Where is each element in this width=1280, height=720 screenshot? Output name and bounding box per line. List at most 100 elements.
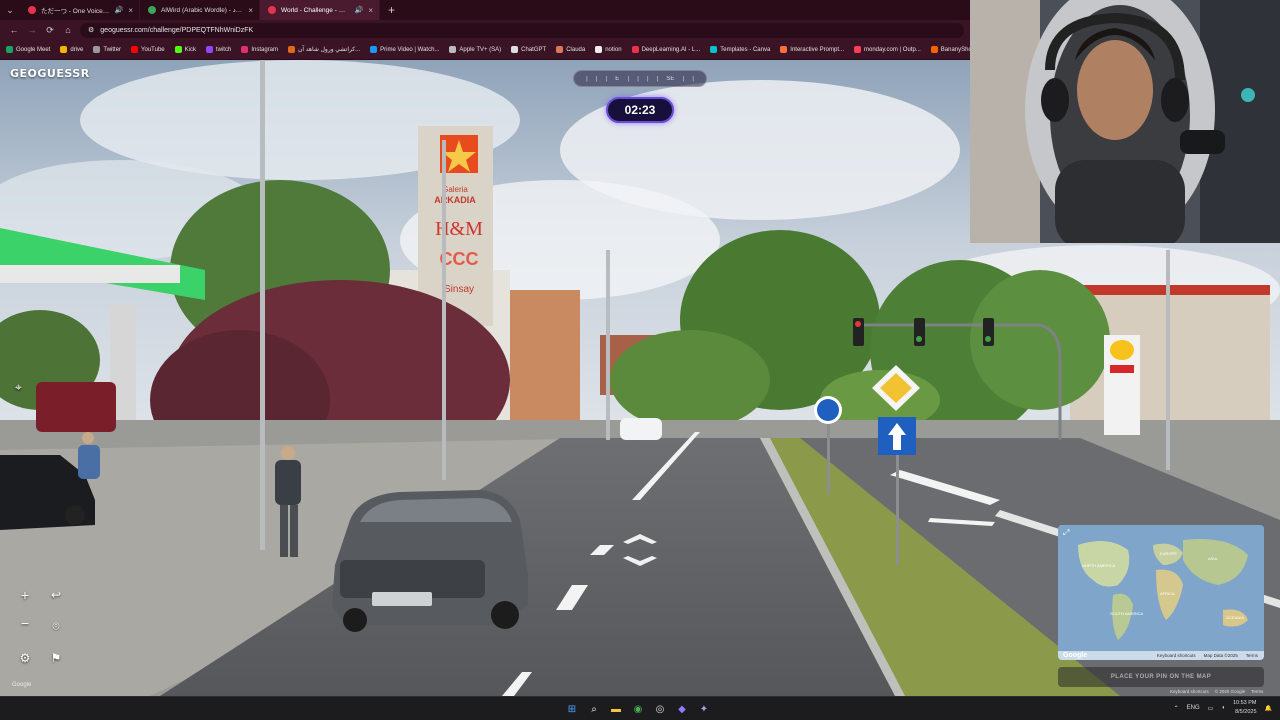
steam-icon[interactable]: ✦: [696, 701, 712, 717]
bookmark-label: BananyShop - Etsy: [940, 46, 970, 53]
map-label-oceania: OCEANIA: [1226, 615, 1244, 620]
return-to-start-icon[interactable]: ⌾: [46, 616, 66, 636]
bookmark-item[interactable]: YouTube: [131, 46, 165, 53]
bookmark-item[interactable]: Interactive Prompt...: [780, 46, 844, 53]
map-label-south-america: SOUTH AMERICA: [1110, 611, 1143, 616]
bookmark-favicon-icon: [710, 46, 718, 53]
speaker-icon[interactable]: 🔊: [355, 6, 364, 14]
footer-keyboard-shortcuts[interactable]: Keyboard shortcuts: [1170, 689, 1209, 694]
street-view-footer: Keyboard shortcuts © 2025 Google Terms: [1170, 689, 1263, 694]
bookmark-label: notion: [605, 46, 622, 53]
zoom-in-button[interactable]: +: [15, 585, 35, 605]
close-tab-icon[interactable]: ×: [368, 6, 373, 15]
browser-toolbar: ← → ⟳ ⌂ ⚙ geoguessr.com/challenge/PDPEQT…: [0, 20, 970, 40]
bookmark-item[interactable]: ChatGPT: [511, 46, 546, 53]
round-timer: 02:23: [606, 97, 674, 123]
bookmark-favicon-icon: [6, 46, 13, 53]
map-data-text: Map Data ©2025: [1203, 653, 1238, 658]
bookmark-item[interactable]: drive: [60, 46, 83, 53]
bookmark-favicon-icon: [93, 46, 101, 53]
speaker-icon[interactable]: 🔊: [115, 6, 124, 14]
geoguessr-logo[interactable]: GEOGUESSR: [10, 67, 90, 80]
close-tab-icon[interactable]: ×: [128, 6, 133, 15]
webcam-overlay: [970, 0, 1280, 243]
footer-copyright: © 2025 Google: [1214, 689, 1246, 694]
reload-icon[interactable]: ⟳: [44, 25, 56, 36]
site-info-icon[interactable]: ⚙: [88, 26, 94, 34]
address-bar[interactable]: ⚙ geoguessr.com/challenge/PDPEQTFNhWniDz…: [80, 22, 964, 38]
bookmark-label: Interactive Prompt...: [790, 46, 844, 53]
bookmark-item[interactable]: Instagram: [241, 46, 278, 53]
tab-title: ただ一つ - One Voice | You: [41, 8, 110, 15]
map-attribution: Keyboard shortcuts Map Data ©2025 Terms: [1058, 651, 1264, 660]
bookmark-item[interactable]: Google Meet: [6, 46, 50, 53]
keyboard-shortcuts-link[interactable]: Keyboard shortcuts: [1157, 653, 1196, 658]
bookmark-favicon-icon: [780, 46, 788, 53]
footer-terms[interactable]: Terms: [1251, 689, 1263, 694]
clock-time: 10:53 PM: [1232, 700, 1257, 706]
bookmark-item[interactable]: BananyShop - Etsy: [930, 46, 970, 53]
tab-one-voice[interactable]: ただ一つ - One Voice | You 🔊 ×: [20, 0, 140, 20]
bookmark-favicon-icon: [595, 46, 603, 53]
bookmark-item[interactable]: monday.com | Outp...: [853, 46, 921, 53]
bookmark-favicon-icon: [174, 46, 182, 53]
terms-link[interactable]: Terms: [1246, 653, 1258, 658]
obs-icon[interactable]: ◎: [652, 701, 668, 717]
bookmark-label: twitch: [215, 46, 232, 53]
bookmark-item[interactable]: Twitter: [93, 46, 121, 53]
bookmark-favicon-icon: [60, 46, 68, 53]
bookmark-label: Twitter: [103, 46, 122, 53]
expand-map-icon[interactable]: ⤢: [1063, 528, 1069, 538]
bookmark-favicon-icon: [288, 46, 295, 53]
search-icon[interactable]: ⌕: [586, 701, 602, 717]
clock-date: 8/5/2025: [1235, 709, 1257, 715]
bookmark-label: YouTube: [141, 46, 165, 53]
guess-minimap[interactable]: NORTH AMERICA SOUTH AMERICA AFRICA EUROP…: [1058, 525, 1264, 660]
bookmark-label: ChatGPT: [521, 46, 547, 53]
tower-sign-line2: ARKADIA: [434, 195, 476, 205]
flag-icon[interactable]: ⚑: [46, 648, 66, 668]
place-pin-button[interactable]: PLACE YOUR PIN ON THE MAP: [1058, 667, 1264, 687]
network-icon[interactable]: ▭: [1208, 705, 1214, 712]
bookmark-item[interactable]: notion: [595, 46, 622, 53]
tab-search-icon[interactable]: ⌄: [0, 0, 20, 20]
google-watermark: Google: [12, 682, 32, 688]
bookmark-label: كراتشي ورول شاهد آن...: [298, 47, 361, 53]
language-indicator[interactable]: ENG: [1187, 705, 1200, 711]
bookmark-item[interactable]: Templates - Canva: [710, 46, 770, 53]
tray-overflow-icon[interactable]: ⌃: [1174, 705, 1179, 712]
bookmark-label: monday.com | Outp...: [863, 46, 921, 53]
back-arrow-icon[interactable]: ←: [8, 25, 20, 35]
bookmark-item[interactable]: twitch: [205, 46, 232, 53]
bookmark-item[interactable]: DeepLearning.AI - L...: [631, 46, 701, 53]
forward-arrow-icon[interactable]: →: [26, 25, 38, 35]
home-icon[interactable]: ⌂: [62, 25, 74, 35]
notifications-icon[interactable]: 🔔: [1265, 705, 1272, 712]
chrome-icon[interactable]: ◉: [630, 701, 646, 717]
volume-icon[interactable]: ◖: [1221, 705, 1225, 711]
close-tab-icon[interactable]: ×: [248, 6, 253, 15]
bookmark-favicon-icon: [511, 46, 519, 53]
bookmark-favicon-icon: [556, 46, 564, 53]
bookmarks-bar: Google Meet drive Twitter YouTube Kick twitch…: [0, 40, 970, 60]
tab-title: AlWird (Arabic Wordle) - الورد: [161, 7, 243, 14]
bookmark-item[interactable]: Clauda: [556, 46, 585, 53]
settings-gear-icon[interactable]: ⚙: [15, 648, 35, 668]
bookmark-item[interactable]: Apple TV+ (SA): [449, 46, 501, 53]
bookmark-item[interactable]: Kick: [174, 46, 196, 53]
tab-geoguessr[interactable]: World - Challenge - GeoGu 🔊 ×: [260, 0, 380, 20]
file-explorer-icon[interactable]: ▬: [608, 701, 624, 717]
bookmark-label: DeepLearning.AI - L...: [641, 46, 701, 53]
windows-start-icon[interactable]: ⊞: [564, 701, 580, 717]
location-marker-icon[interactable]: ⌖: [15, 380, 33, 398]
system-clock[interactable]: 10:53 PM 8/5/2025: [1233, 699, 1257, 717]
bookmark-item[interactable]: كراتشي ورول شاهد آن...: [288, 46, 360, 53]
tab-alwird[interactable]: AlWird (Arabic Wordle) - الورد ×: [140, 0, 260, 20]
new-tab-button[interactable]: +: [380, 3, 403, 17]
zoom-out-button[interactable]: −: [15, 613, 35, 633]
undo-move-icon[interactable]: ↩: [46, 585, 66, 605]
bookmark-label: Clauda: [566, 46, 586, 53]
streamer-camera-graphic: [970, 0, 1280, 243]
discord-icon[interactable]: ◆: [674, 701, 690, 717]
bookmark-item[interactable]: Prime Video | Watch...: [370, 46, 439, 53]
